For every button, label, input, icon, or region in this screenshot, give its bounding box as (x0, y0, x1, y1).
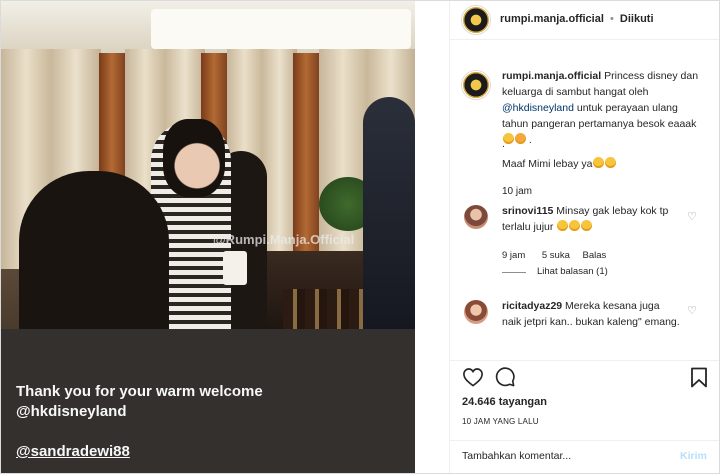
comment-likes[interactable]: 5 suka (542, 250, 570, 261)
caption-avatar[interactable] (462, 71, 490, 99)
video-watermark: @Rumpi.Manja.Official (213, 232, 355, 247)
video-caption-line: Thank you for your warm welcome (16, 383, 263, 400)
replies-divider (502, 272, 526, 273)
reply-button[interactable]: Balas (583, 250, 607, 261)
view-count[interactable]: 24.646 tayangan (462, 394, 547, 410)
post-caption: rumpi.manja.official Princess disney dan… (502, 68, 702, 148)
tongue-emoji-icon (515, 133, 526, 144)
comment-like-heart-icon[interactable]: ♡ (686, 211, 698, 223)
save-bookmark-icon[interactable] (690, 367, 708, 388)
follow-status[interactable]: Diikuti (620, 13, 654, 25)
video-caption-mention: @hkdisneyland (16, 403, 127, 420)
caption-extra-line: Maaf Mimi lebay ya (502, 156, 617, 172)
comment-text: ricitadyaz29 Mereka kesana juga naik jet… (502, 298, 680, 330)
commenter-avatar[interactable] (464, 205, 488, 229)
comment-time[interactable]: 9 jam (502, 250, 525, 261)
comment-username[interactable]: srinovi115 (502, 205, 553, 217)
view-replies-link[interactable]: Lihat balasan (1) (537, 264, 608, 280)
video-frame-image: @Rumpi.Manja.Official (1, 1, 415, 329)
caption-text: . (526, 134, 532, 146)
author-username[interactable]: rumpi.manja.official (500, 13, 604, 25)
comment-meta: 9 jam 5 suka Balas (502, 248, 606, 264)
comment-icon[interactable] (494, 367, 516, 387)
author-avatar[interactable] (462, 6, 490, 34)
video-caption-mention: @sandradewi88 (16, 443, 130, 460)
rofl-emoji-icon (605, 157, 617, 168)
post-video[interactable]: @Rumpi.Manja.Official Thank you for your… (1, 1, 415, 473)
laughing-emoji-icon (557, 220, 569, 231)
post-timestamp[interactable]: 10 JAM YANG LALU (462, 414, 539, 430)
caption-dot: . (502, 138, 505, 150)
like-heart-icon[interactable] (462, 367, 484, 387)
comment-username[interactable]: ricitadyaz29 (502, 300, 562, 312)
laughing-emoji-icon (569, 220, 581, 231)
caption-username[interactable]: rumpi.manja.official (502, 70, 601, 82)
separator: • (609, 13, 614, 25)
caption-time[interactable]: 10 jam (502, 184, 532, 200)
comment-like-heart-icon[interactable]: ♡ (686, 305, 698, 317)
post-header: rumpi.manja.official • Diikuti (450, 0, 719, 40)
laughing-emoji-icon (581, 220, 593, 231)
caption-text: Maaf Mimi lebay ya (502, 158, 593, 170)
rofl-emoji-icon (593, 157, 605, 168)
send-comment-button[interactable]: Kirim (680, 448, 707, 464)
comment-text: srinovi115 Minsay gak lebay kok tp terla… (502, 203, 680, 235)
comment-input[interactable]: Tambahkan komentar... (462, 448, 571, 464)
caption-mention[interactable]: @hkdisneyland (502, 102, 574, 114)
commenter-avatar[interactable] (464, 300, 488, 324)
video-caption-area: Thank you for your warm welcome @hkdisne… (1, 329, 415, 473)
